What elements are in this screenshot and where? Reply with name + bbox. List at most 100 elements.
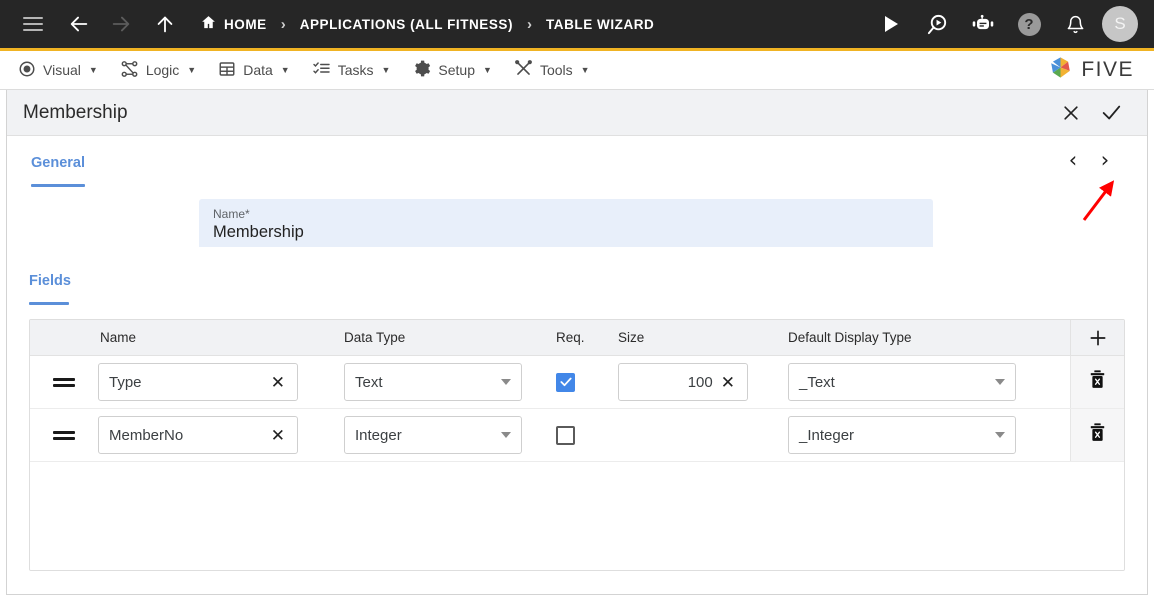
clear-icon-name-2[interactable]: ✕ [269, 427, 287, 444]
chevron-down-icon-tasks: ▼ [381, 65, 391, 75]
drag-handle-icon [53, 428, 75, 443]
five-logo[interactable]: FIVE [1047, 54, 1140, 86]
row-drag-handle-1[interactable] [30, 375, 98, 390]
menu-label-tasks: Tasks [337, 62, 374, 78]
chevron-down-icon-tools: ▼ [580, 65, 590, 75]
required-checkbox-2[interactable] [556, 425, 575, 445]
table-row: Type ✕ Text 100 ✕ _Text [30, 356, 1124, 409]
page-title: Membership [23, 101, 128, 123]
top-navigation-bar: HOME › APPLICATIONS (ALL FITNESS) › TABL… [0, 0, 1154, 48]
up-arrow-icon[interactable] [148, 7, 182, 41]
name-field-label-text: Name [213, 207, 246, 221]
tab-fields-underline [29, 302, 69, 305]
chat-bot-icon[interactable] [966, 7, 1000, 41]
data-type-select-1[interactable]: Text [344, 363, 522, 401]
breadcrumb: HOME › APPLICATIONS (ALL FITNESS) › TABL… [200, 14, 654, 34]
field-size-input-1[interactable]: 100 ✕ [618, 363, 748, 401]
close-button[interactable] [1051, 93, 1091, 133]
field-datatype-cell-1: Text [344, 363, 556, 401]
checklist-icon [312, 60, 331, 81]
menu-item-data[interactable]: Data ▼ [214, 51, 308, 89]
data-type-value-1: Text [355, 373, 383, 391]
column-header-name: Name [100, 330, 137, 345]
breadcrumb-label-home: HOME [224, 16, 267, 32]
fields-grid: Name Data Type Req. Size Default Display… [29, 319, 1125, 571]
previous-record-button[interactable]: ‹ [1065, 150, 1081, 171]
table-wizard-panel: Membership General ‹ › Name* Membership … [6, 90, 1148, 595]
default-display-type-select-1[interactable]: _Text [788, 363, 1016, 401]
tab-fields[interactable]: Fields [29, 247, 71, 305]
menu-item-setup[interactable]: Setup ▼ [408, 51, 510, 89]
drag-handle-icon [53, 375, 75, 390]
name-field-row: Name* Membership [29, 187, 1125, 247]
tab-fields-label: Fields [29, 273, 71, 289]
field-name-input-2[interactable]: MemberNo ✕ [98, 416, 298, 454]
breadcrumb-separator-2: › [527, 15, 533, 33]
add-field-button[interactable] [1070, 320, 1124, 355]
table-grid-icon [218, 60, 236, 81]
name-field-label: Name* [213, 207, 919, 221]
tab-general[interactable]: General [29, 150, 87, 187]
menu-item-logic[interactable]: Logic ▼ [116, 51, 214, 89]
help-icon[interactable]: ? [1012, 7, 1046, 41]
required-checkbox-1[interactable] [556, 372, 575, 392]
field-name-cell-2: MemberNo ✕ [98, 416, 344, 454]
delete-row-button-1[interactable] [1070, 356, 1124, 408]
flow-nodes-icon [120, 60, 139, 81]
menu-label-tools: Tools [539, 62, 573, 78]
five-pinwheel-icon [1047, 54, 1074, 86]
wrench-screwdriver-icon [514, 59, 533, 81]
record-navigation: ‹ › [1065, 150, 1113, 171]
breadcrumb-label-table-wizard: TABLE WIZARD [546, 16, 655, 32]
delete-row-button-2[interactable] [1070, 409, 1124, 461]
back-arrow-icon[interactable] [62, 7, 96, 41]
confirm-button[interactable] [1091, 93, 1131, 133]
menu-label-setup: Setup [438, 62, 476, 78]
required-asterisk: * [245, 207, 250, 221]
menu-label-visual: Visual [43, 62, 81, 78]
clear-icon-name-1[interactable]: ✕ [269, 374, 287, 391]
field-datatype-cell-2: Integer [344, 416, 556, 454]
field-name-input-1[interactable]: Type ✕ [98, 363, 298, 401]
name-input-field[interactable]: Name* Membership [199, 199, 933, 247]
field-displaytype-cell-1: _Text [788, 363, 1070, 401]
default-display-type-value-1: _Text [799, 373, 835, 391]
breadcrumb-separator-1: › [280, 15, 286, 33]
field-name-cell-1: Type ✕ [98, 363, 344, 401]
row-drag-handle-2[interactable] [30, 428, 98, 443]
panel-title-bar: Membership [7, 90, 1147, 136]
default-display-type-value-2: _Integer [799, 426, 855, 444]
chevron-down-icon-data: ▼ [280, 65, 290, 75]
name-field-value: Membership [213, 223, 304, 241]
clear-icon-size-1[interactable]: ✕ [719, 374, 737, 391]
menu-item-tools[interactable]: Tools ▼ [510, 51, 608, 89]
notifications-bell-icon[interactable] [1058, 7, 1092, 41]
menu-label-data: Data [243, 62, 273, 78]
help-question-mark: ? [1017, 12, 1041, 36]
default-display-type-select-2[interactable]: _Integer [788, 416, 1016, 454]
breadcrumb-item-home[interactable]: HOME [200, 14, 267, 34]
breadcrumb-item-applications[interactable]: APPLICATIONS (ALL FITNESS) [300, 17, 513, 32]
chevron-down-icon-datatype-2 [501, 432, 511, 438]
gear-icon [412, 59, 431, 81]
forward-arrow-icon[interactable] [104, 7, 138, 41]
user-avatar[interactable]: S [1102, 6, 1138, 42]
tab-general-label: General [31, 155, 85, 171]
five-logo-text: FIVE [1081, 58, 1134, 81]
menu-label-logic: Logic [145, 62, 180, 78]
chevron-down-icon-visual: ▼ [88, 65, 98, 75]
data-type-select-2[interactable]: Integer [344, 416, 522, 454]
eye-icon [18, 60, 36, 81]
menu-item-tasks[interactable]: Tasks ▼ [308, 51, 409, 89]
menu-item-visual[interactable]: Visual ▼ [14, 51, 116, 89]
chevron-down-icon-setup: ▼ [483, 65, 492, 75]
field-required-cell-2 [556, 425, 618, 445]
general-tab-row: General ‹ › [29, 136, 1125, 187]
next-record-button[interactable]: › [1097, 150, 1113, 171]
panel-body: General ‹ › Name* Membership Fields Name… [7, 136, 1147, 594]
run-icon[interactable] [874, 7, 908, 41]
breadcrumb-item-table-wizard[interactable]: TABLE WIZARD [546, 17, 654, 32]
hamburger-menu-icon[interactable] [16, 7, 50, 41]
field-displaytype-cell-2: _Integer [788, 416, 1070, 454]
search-run-icon[interactable] [920, 7, 954, 41]
